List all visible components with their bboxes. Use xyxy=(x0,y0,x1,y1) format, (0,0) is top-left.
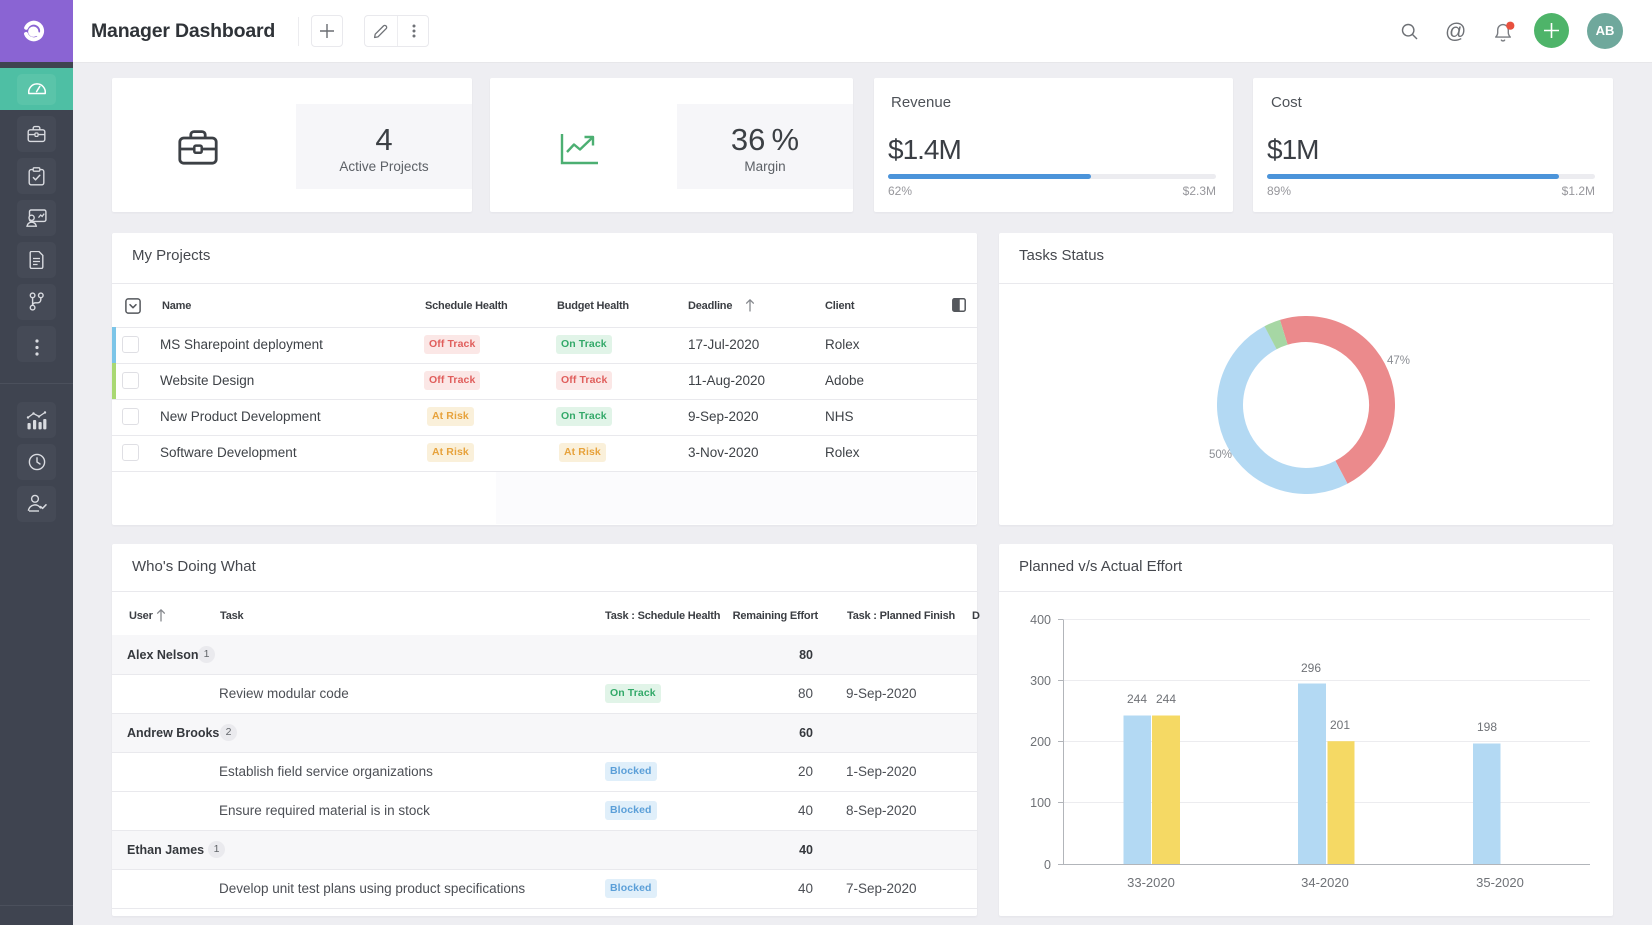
svg-text:198: 198 xyxy=(1477,720,1497,734)
svg-text:200: 200 xyxy=(1030,735,1051,749)
svg-text:244: 244 xyxy=(1127,692,1147,706)
svg-text:296: 296 xyxy=(1301,661,1321,675)
svg-text:0: 0 xyxy=(1044,858,1051,872)
svg-text:201: 201 xyxy=(1330,718,1350,732)
svg-text:34-2020: 34-2020 xyxy=(1301,875,1349,890)
svg-text:100: 100 xyxy=(1030,796,1051,810)
svg-text:33-2020: 33-2020 xyxy=(1127,875,1175,890)
svg-text:244: 244 xyxy=(1156,692,1176,706)
svg-text:35-2020: 35-2020 xyxy=(1476,875,1524,890)
svg-text:300: 300 xyxy=(1030,674,1051,688)
svg-text:400: 400 xyxy=(1030,613,1051,627)
